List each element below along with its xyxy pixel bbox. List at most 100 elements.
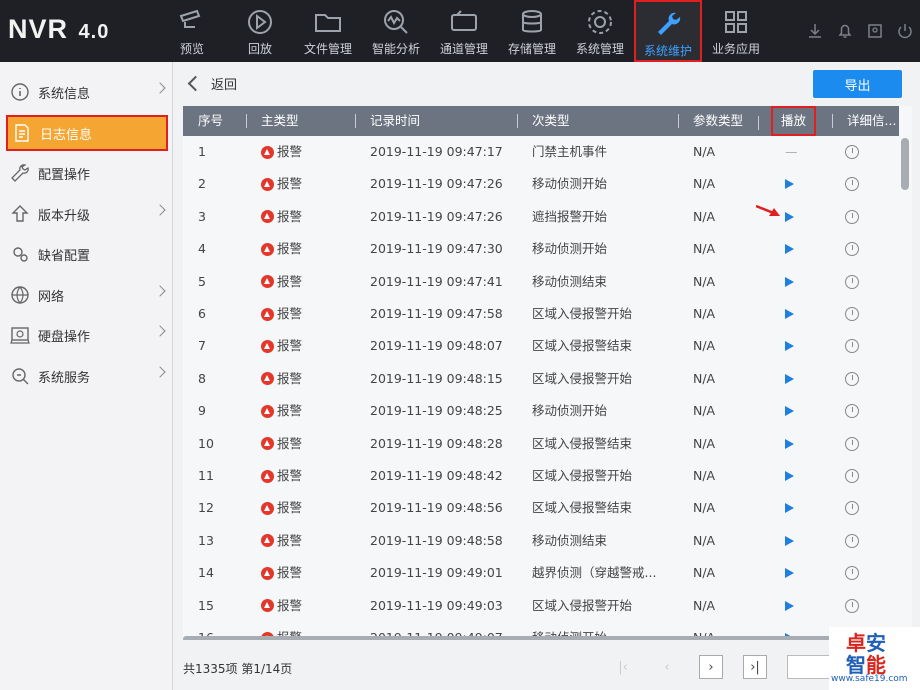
column-header-4[interactable]: 参数类型	[677, 106, 743, 136]
table-row[interactable]: 14 报警 2019-11-19 09:49:01 越界侦测（穿越警戒... N/A	[183, 557, 899, 589]
detail-info-icon[interactable]	[845, 501, 859, 516]
nav-item-5[interactable]: 存储管理	[498, 0, 566, 62]
table-row[interactable]: 4 报警 2019-11-19 09:47:30 移动侦测开始 N/A	[183, 233, 899, 265]
sidebar-item-1[interactable]: 日志信息	[6, 115, 168, 151]
detail-info-icon[interactable]	[845, 533, 859, 548]
nav-item-1[interactable]: 回放	[226, 0, 294, 62]
cell-play	[785, 330, 794, 362]
detail-info-icon[interactable]	[845, 371, 859, 386]
nav-item-3[interactable]: 智能分析	[362, 0, 430, 62]
table-row[interactable]: 2 报警 2019-11-19 09:47:26 移动侦测开始 N/A	[183, 168, 899, 200]
sidebar-item-7[interactable]: 系统服务	[6, 358, 168, 394]
play-icon[interactable]	[785, 535, 794, 546]
detail-info-icon[interactable]	[845, 436, 859, 451]
play-icon[interactable]	[785, 373, 794, 384]
play-icon[interactable]	[785, 568, 794, 579]
nav-item-8[interactable]: 业务应用	[702, 0, 770, 62]
cell-sub-type: 门禁主机事件	[532, 144, 608, 159]
next-page-button[interactable]: ›	[699, 655, 723, 679]
play-icon[interactable]	[785, 244, 794, 255]
table-row[interactable]: 11 报警 2019-11-19 09:48:42 区域入侵报警开始 N/A	[183, 460, 899, 492]
detail-info-icon[interactable]	[845, 307, 859, 321]
sidebar-item-0[interactable]: 系统信息	[6, 74, 168, 110]
table-row[interactable]: 15 报警 2019-11-19 09:49:03 区域入侵报警开始 N/A	[183, 590, 899, 622]
nav-item-6[interactable]: 系统管理	[566, 0, 634, 62]
log-table: 序号 主类型 记录时间 次类型 参数类型 播放 详细信... 1 报警 2019-11-19 0…	[183, 106, 912, 640]
table-row[interactable]: 3 报警 2019-11-19 09:47:26 遮挡报警开始 N/A	[183, 201, 899, 233]
detail-info-icon[interactable]	[845, 177, 859, 192]
play-icon[interactable]	[785, 211, 794, 222]
detail-info-icon[interactable]	[845, 469, 859, 483]
last-page-button[interactable]: ›|	[743, 655, 767, 679]
cell-detail	[845, 460, 859, 492]
table-row[interactable]: 6 报警 2019-11-19 09:47:58 区域入侵报警开始 N/A	[183, 298, 899, 330]
cell-main-type: 报警	[261, 395, 302, 427]
prev-page-button[interactable]: ‹	[655, 655, 679, 679]
column-header-0[interactable]: 序号	[198, 106, 223, 136]
detail-info-icon[interactable]	[845, 274, 859, 289]
play-icon[interactable]	[785, 471, 794, 481]
detail-info-icon[interactable]	[845, 209, 859, 224]
alarm-icon	[261, 534, 274, 548]
play-icon[interactable]	[785, 406, 794, 417]
cell-main-type: 报警	[261, 233, 302, 265]
table-row[interactable]: 1 报警 2019-11-19 09:47:17 门禁主机事件 N/A —	[183, 136, 899, 168]
download-icon[interactable]	[806, 22, 824, 40]
play-icon[interactable]	[785, 438, 794, 449]
export-button[interactable]: 导出	[813, 70, 902, 98]
nav-label: 回放	[247, 42, 272, 56]
play-icon[interactable]	[785, 309, 794, 319]
nav-label: 系统维护	[643, 44, 692, 58]
play-icon[interactable]	[785, 179, 794, 190]
play-icon[interactable]	[785, 503, 794, 514]
vertical-scrollbar[interactable]	[901, 136, 909, 636]
detail-info-icon[interactable]	[845, 566, 859, 581]
table-row[interactable]: 12 报警 2019-11-19 09:48:56 区域入侵报警结束 N/A	[183, 492, 899, 524]
main-nav: 预览 回放 文件管理 智能分析 通道管理 存储管理 系统管理 系统维护 业务应用	[158, 0, 770, 62]
table-row[interactable]: 9 报警 2019-11-19 09:48:25 移动侦测开始 N/A	[183, 395, 899, 427]
play-icon[interactable]	[785, 600, 794, 611]
play-icon[interactable]	[785, 276, 794, 287]
back-button[interactable]: 返回	[186, 74, 237, 93]
user-icon[interactable]	[866, 22, 884, 40]
column-header-3[interactable]: 次类型	[517, 106, 570, 136]
table-row[interactable]: 13 报警 2019-11-19 09:48:58 移动侦测结束 N/A	[183, 525, 899, 557]
alarm-icon	[261, 340, 274, 354]
cell-index: 3	[198, 208, 206, 224]
column-header-6[interactable]: 详细信...	[831, 106, 896, 136]
main-type-label: 报警	[277, 435, 303, 451]
nav-item-0[interactable]: 预览	[158, 0, 226, 62]
play-icon[interactable]	[785, 341, 794, 352]
table-row[interactable]: 8 报警 2019-11-19 09:48:15 区域入侵报警开始 N/A	[183, 363, 899, 395]
cell-main-type: 报警	[261, 492, 302, 524]
detail-info-icon[interactable]	[845, 145, 859, 159]
horizontal-scrollbar[interactable]	[183, 636, 899, 640]
table-row[interactable]: 10 报警 2019-11-19 09:48:28 区域入侵报警结束 N/A	[183, 428, 899, 460]
sidebar-item-5[interactable]: 网络	[6, 277, 168, 313]
column-header-1[interactable]: 主类型	[246, 106, 299, 136]
bell-icon[interactable]	[836, 22, 854, 40]
nav-item-2[interactable]: 文件管理	[294, 0, 362, 62]
column-header-5[interactable]: 播放	[757, 106, 817, 136]
alarm-icon	[261, 566, 274, 580]
sidebar-item-6[interactable]: 硬盘操作	[6, 317, 168, 353]
detail-info-icon[interactable]	[845, 598, 859, 613]
sidebar-item-2[interactable]: 配置操作	[6, 155, 168, 191]
detail-info-icon[interactable]	[845, 242, 859, 257]
power-icon[interactable]	[896, 22, 914, 40]
detail-info-icon[interactable]	[845, 339, 859, 354]
cell-play	[785, 298, 794, 330]
cell-detail	[845, 590, 859, 622]
alarm-icon	[261, 307, 274, 321]
table-row[interactable]: 7 报警 2019-11-19 09:48:07 区域入侵报警结束 N/A	[183, 330, 899, 362]
table-row[interactable]: 5 报警 2019-11-19 09:47:41 移动侦测结束 N/A	[183, 266, 899, 298]
detail-info-icon[interactable]	[845, 404, 859, 419]
first-page-button[interactable]: |‹	[611, 655, 635, 679]
nav-item-4[interactable]: 通道管理	[430, 0, 498, 62]
sidebar-item-4[interactable]: 缺省配置	[6, 236, 168, 272]
main-type-label: 报警	[277, 338, 303, 354]
scroll-thumb[interactable]	[901, 138, 909, 190]
nav-item-7[interactable]: 系统维护	[634, 0, 702, 62]
sidebar-item-3[interactable]: 版本升级	[6, 196, 168, 232]
column-header-2[interactable]: 记录时间	[354, 106, 420, 136]
